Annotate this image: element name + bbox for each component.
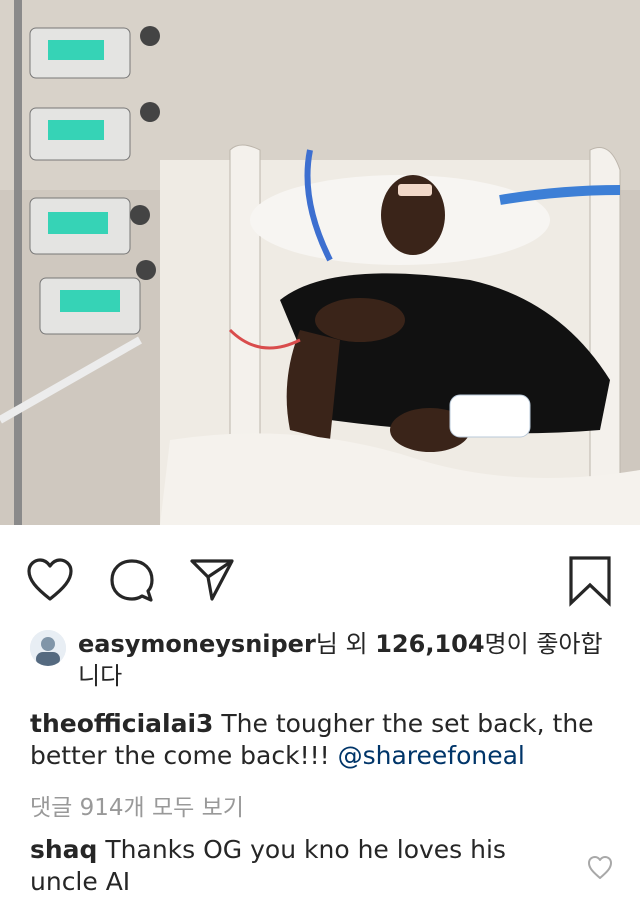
bookmark-icon [569,556,611,607]
save-button[interactable] [564,555,616,607]
paper-plane-icon [190,559,234,601]
comment-button[interactable] [106,555,158,607]
view-all-comments-link[interactable]: 댓글 914개 모두 보기 [30,788,244,822]
heart-icon [27,558,73,601]
comment-item: shaq Thanks OG you kno he loves his uncl… [30,834,570,898]
post-photo[interactable] [0,0,640,525]
comment-text: Thanks OG you kno he loves his uncle AI [30,835,506,896]
comment-like-button[interactable] [586,854,614,882]
avatar[interactable] [30,630,66,666]
share-button[interactable] [186,555,238,607]
comment-username[interactable]: shaq [30,835,97,864]
hospital-photo-illustration [0,0,640,525]
likes-user-link[interactable]: easymoneysniper [78,630,316,658]
post-action-bar [0,525,640,620]
user-avatar-icon [30,630,66,666]
likes-text-mid: 님 외 [315,630,376,658]
comment-bubble-icon [110,559,154,602]
post-caption: theofficialai3 The tougher the set back,… [30,708,620,772]
caption-mention-link[interactable]: @shareefoneal [338,741,525,770]
like-button[interactable] [24,555,76,607]
likes-count[interactable]: 126,104 [375,630,484,658]
likes-summary: easymoneysniper님 외 126,104명이 좋아합니다 [30,628,620,692]
heart-icon [588,856,612,879]
caption-username[interactable]: theofficialai3 [30,709,213,738]
